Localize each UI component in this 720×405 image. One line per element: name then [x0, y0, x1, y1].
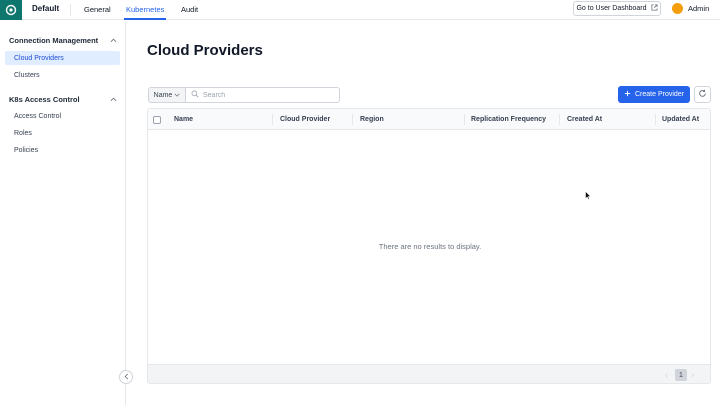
providers-table: Name Cloud Provider Region Replication F… [147, 108, 711, 384]
column-divider [464, 114, 465, 125]
plus-icon [624, 90, 631, 99]
user-menu[interactable]: Admin [672, 3, 709, 14]
previous-page-icon[interactable]: ‹ [665, 370, 668, 380]
chevron-left-icon [124, 373, 129, 382]
sidebar-item-label: Policies [14, 146, 39, 154]
collapse-sidebar-button[interactable] [119, 370, 133, 384]
filter-field-select[interactable]: Name [148, 87, 186, 103]
sidebar-item-policies[interactable]: Policies [5, 143, 120, 157]
chevron-up-icon [110, 36, 117, 45]
sidebar-section-connection-management[interactable]: Connection Management [9, 36, 117, 45]
column-header-created-at[interactable]: Created At [567, 116, 602, 123]
sidebar-section-k8s-access-control[interactable]: K8s Access Control [9, 95, 117, 104]
sidebar-item-cloud-providers[interactable]: Cloud Providers [5, 51, 120, 65]
top-bar: Default General Kubernetes Audit Go to U… [0, 0, 720, 20]
user-dashboard-button[interactable]: Go to User Dashboard [573, 1, 661, 16]
sidebar-item-access-control[interactable]: Access Control [5, 109, 120, 123]
create-provider-label: Create Provider [634, 91, 685, 98]
user-dashboard-label: Go to User Dashboard [576, 5, 647, 12]
table-header: Name Cloud Provider Region Replication F… [148, 109, 710, 130]
column-header-name[interactable]: Name [174, 116, 193, 123]
tab-audit[interactable]: Audit [181, 5, 198, 14]
sidebar: Connection Management Cloud Providers Cl… [0, 21, 126, 405]
column-divider [352, 114, 353, 125]
project-name[interactable]: Default [32, 4, 59, 13]
chevron-up-icon [110, 95, 117, 104]
avatar [672, 3, 683, 14]
column-header-updated-at[interactable]: Updated At [662, 116, 699, 123]
sidebar-item-label: Clusters [14, 71, 40, 79]
pagination-bar: ‹ 1 › [148, 364, 710, 383]
mouse-cursor-icon [585, 190, 592, 202]
create-provider-button[interactable]: Create Provider [618, 86, 690, 103]
column-header-cloud-provider[interactable]: Cloud Provider [280, 116, 330, 123]
sidebar-section-title: Connection Management [9, 36, 99, 45]
sidebar-item-label: Cloud Providers [14, 54, 64, 62]
app-logo-icon[interactable] [0, 0, 22, 20]
current-page[interactable]: 1 [675, 369, 687, 381]
chevron-down-icon [174, 92, 180, 99]
tab-kubernetes[interactable]: Kubernetes [126, 5, 164, 14]
sidebar-item-label: Access Control [14, 112, 62, 120]
next-page-icon[interactable]: › [691, 370, 694, 380]
column-header-replication-frequency[interactable]: Replication Frequency [471, 116, 546, 123]
user-name: Admin [688, 4, 710, 13]
divider [70, 4, 71, 16]
empty-state-message: There are no results to display. [378, 242, 482, 251]
sidebar-item-label: Roles [14, 129, 32, 137]
column-header-region[interactable]: Region [360, 116, 384, 123]
select-all-checkbox[interactable] [153, 116, 161, 124]
active-tab-indicator [124, 18, 166, 20]
column-divider [559, 114, 560, 125]
page-title: Cloud Providers [147, 42, 263, 59]
sidebar-item-roles[interactable]: Roles [5, 126, 120, 140]
column-divider [655, 114, 656, 125]
search-input[interactable] [203, 91, 333, 99]
sidebar-section-title: K8s Access Control [9, 95, 80, 104]
sidebar-item-clusters[interactable]: Clusters [5, 68, 120, 82]
external-link-icon [650, 4, 658, 13]
filter-field-value: Name [153, 91, 173, 99]
column-divider [272, 114, 273, 125]
search-icon [191, 90, 199, 100]
search-box [186, 87, 340, 103]
refresh-icon [698, 89, 707, 100]
refresh-button[interactable] [694, 86, 711, 103]
tab-general[interactable]: General [84, 5, 111, 14]
